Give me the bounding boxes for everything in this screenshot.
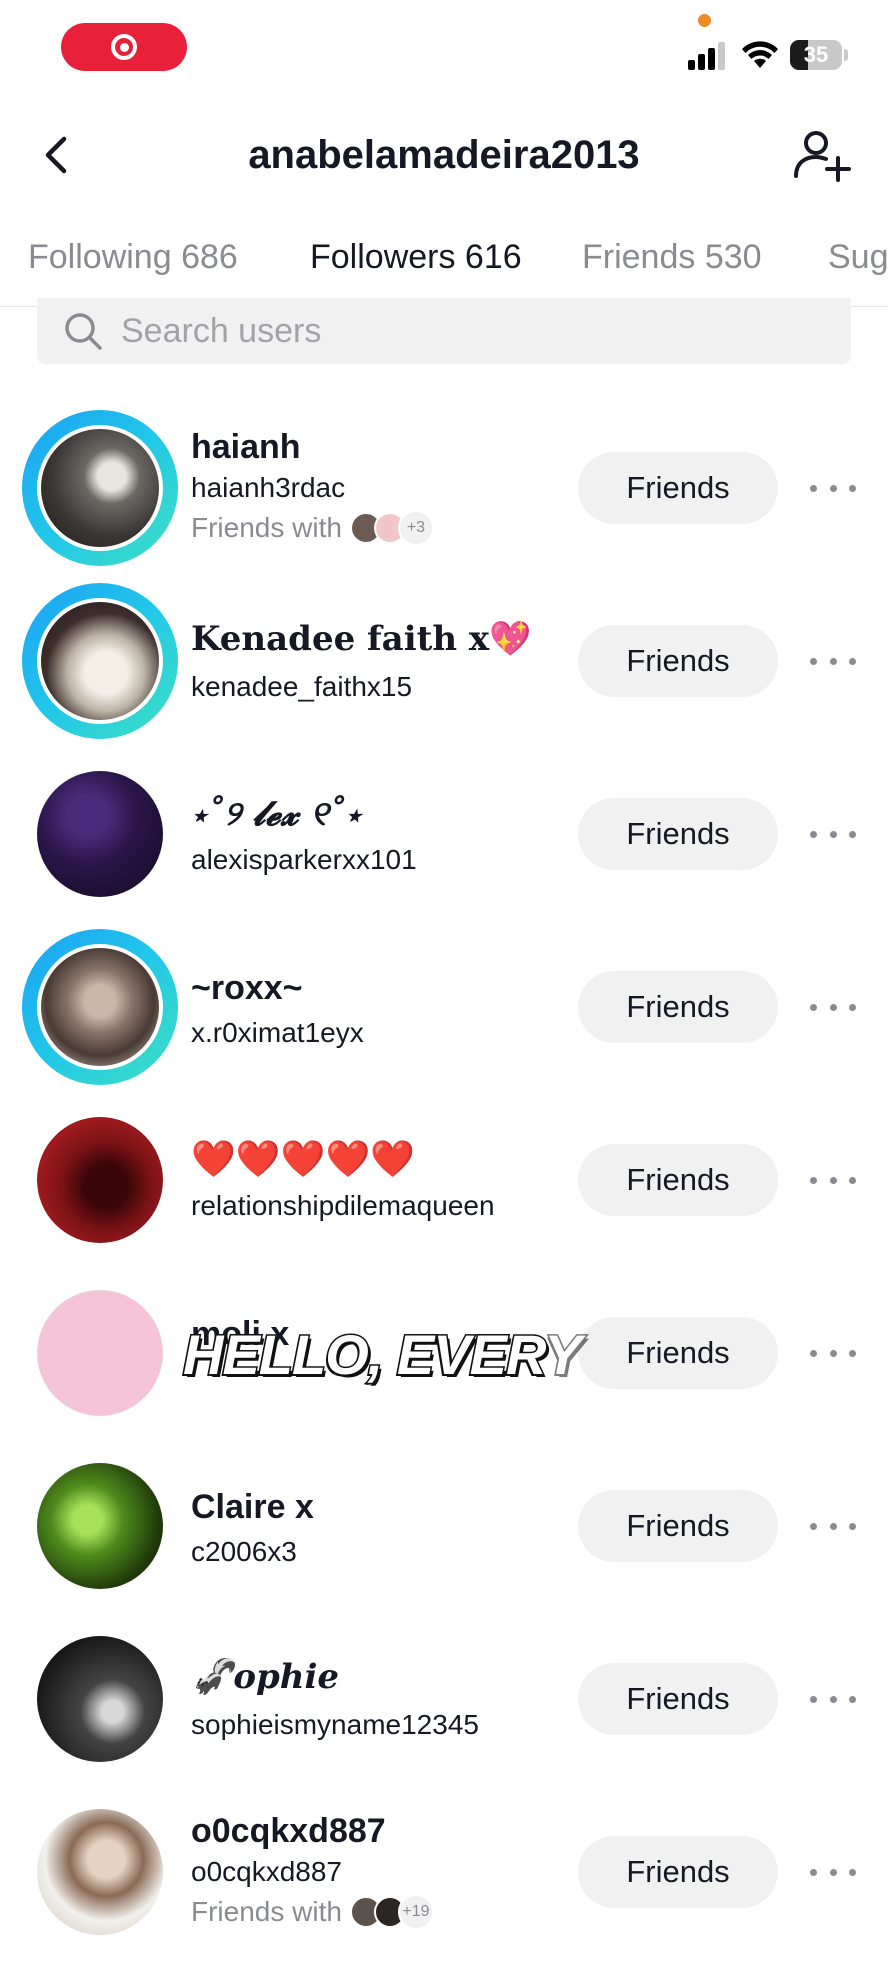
list-item[interactable]: ~roxx~ x.r0ximat1eyx Friends	[0, 929, 888, 1102]
status-bar: 35	[0, 0, 888, 100]
search-icon	[65, 313, 102, 350]
username: x.r0ximat1eyx	[191, 1017, 364, 1048]
more-options-button[interactable]	[810, 992, 856, 1022]
list-item[interactable]: 🦨ophie sophieismyname12345 Friends	[0, 1621, 888, 1794]
mutual-count: +3	[397, 510, 434, 546]
friends-button[interactable]: Friends	[578, 798, 778, 870]
username: relationshipdilemaqueen	[191, 1190, 495, 1221]
cellular-signal-icon	[688, 40, 728, 70]
mutual-count: +19	[397, 1894, 434, 1930]
caption-text: HELLO, EVER	[181, 1322, 546, 1388]
mutual-friends: Friends with +19	[191, 1894, 434, 1930]
username: haianh3rdac	[191, 472, 346, 503]
more-options-button[interactable]	[810, 1684, 856, 1714]
username: o0cqkxd887	[191, 1856, 343, 1887]
username: c2006x3	[191, 1536, 297, 1567]
mutual-friends-label: Friends with	[191, 512, 342, 543]
avatar[interactable]	[22, 929, 178, 1085]
mutual-friends-label: Friends with	[191, 1896, 342, 1927]
display-name: haianh	[191, 428, 301, 466]
list-item[interactable]: Claire x c2006x3 Friends	[0, 1448, 888, 1621]
avatar[interactable]	[22, 410, 178, 566]
search-input[interactable]	[119, 310, 723, 352]
tab-friends[interactable]: Friends 530	[582, 238, 762, 277]
display-name: Kenadee faith x💖	[191, 619, 532, 659]
more-options-button[interactable]	[810, 1511, 856, 1541]
list-item[interactable]: haianh haianh3rdac Friends with +3 Frien…	[0, 410, 888, 583]
avatar[interactable]	[22, 1448, 178, 1604]
more-options-button[interactable]	[810, 1165, 856, 1195]
screen-recording-indicator[interactable]	[61, 23, 187, 71]
search-bar	[37, 298, 851, 364]
list-item[interactable]: Kenadee faith x💖 kenadee_faithx15 Friend…	[0, 583, 888, 756]
tab-bar: Following 686 Followers 616 Friends 530 …	[0, 222, 888, 307]
mutual-friends: Friends with +3	[191, 510, 434, 546]
username: alexisparkerxx101	[191, 844, 417, 875]
avatar[interactable]	[22, 1102, 178, 1258]
list-item[interactable]: o0cqkxd887 o0cqkxd887 Friends with +19 F…	[0, 1794, 888, 1967]
more-options-button[interactable]	[810, 646, 856, 676]
friends-button[interactable]: Friends	[578, 1317, 778, 1389]
more-options-button[interactable]	[810, 1857, 856, 1887]
record-icon	[111, 34, 137, 60]
list-item[interactable]: ❤️❤️❤️❤️❤️ relationshipdilemaqueen Frien…	[0, 1102, 888, 1275]
video-caption-overlay: HELLO, EVERY	[181, 1322, 583, 1388]
friends-button[interactable]: Friends	[578, 971, 778, 1043]
avatar[interactable]	[22, 1794, 178, 1950]
friends-button[interactable]: Friends	[578, 1144, 778, 1216]
friends-button[interactable]: Friends	[578, 1490, 778, 1562]
friends-button[interactable]: Friends	[578, 1663, 778, 1735]
more-options-button[interactable]	[810, 819, 856, 849]
friends-button[interactable]: Friends	[578, 625, 778, 697]
display-name: o0cqkxd887	[191, 1812, 386, 1850]
more-options-button[interactable]	[810, 473, 856, 503]
caption-text-fading: Y	[543, 1322, 583, 1388]
display-name: 🦨ophie	[191, 1657, 340, 1697]
avatar[interactable]	[22, 583, 178, 739]
profile-header: anabelamadeira2013	[0, 110, 888, 200]
friends-button[interactable]: Friends	[578, 452, 778, 524]
display-name: ~roxx~	[191, 969, 303, 1007]
page-title: anabelamadeira2013	[248, 133, 640, 177]
wifi-icon	[742, 41, 778, 68]
battery-percentage: 35	[803, 42, 829, 67]
avatar[interactable]	[22, 1621, 178, 1777]
display-name: ❤️❤️❤️❤️❤️	[191, 1138, 416, 1179]
add-user-icon	[794, 131, 851, 182]
add-friend-button[interactable]	[792, 128, 852, 184]
tab-following[interactable]: Following 686	[28, 238, 238, 277]
display-name: Claire x	[191, 1488, 314, 1526]
tab-followers[interactable]: Followers 616	[310, 238, 522, 277]
display-name: ⋆˚୨ 𝓵𝓮𝔁 ୧˚⋆	[191, 794, 362, 834]
avatar[interactable]	[22, 756, 178, 912]
username: sophieismyname12345	[191, 1709, 479, 1740]
privacy-indicator-dot	[698, 14, 711, 27]
friends-button[interactable]: Friends	[578, 1836, 778, 1908]
avatar[interactable]	[22, 1275, 178, 1431]
battery-icon: 35	[790, 40, 842, 70]
list-item[interactable]: ⋆˚୨ 𝓵𝓮𝔁 ୧˚⋆ alexisparkerxx101 Friends	[0, 756, 888, 929]
more-options-button[interactable]	[810, 1338, 856, 1368]
username: kenadee_faithx15	[191, 671, 413, 702]
battery-tip	[844, 49, 848, 61]
tab-suggested[interactable]: Sug	[828, 238, 888, 277]
